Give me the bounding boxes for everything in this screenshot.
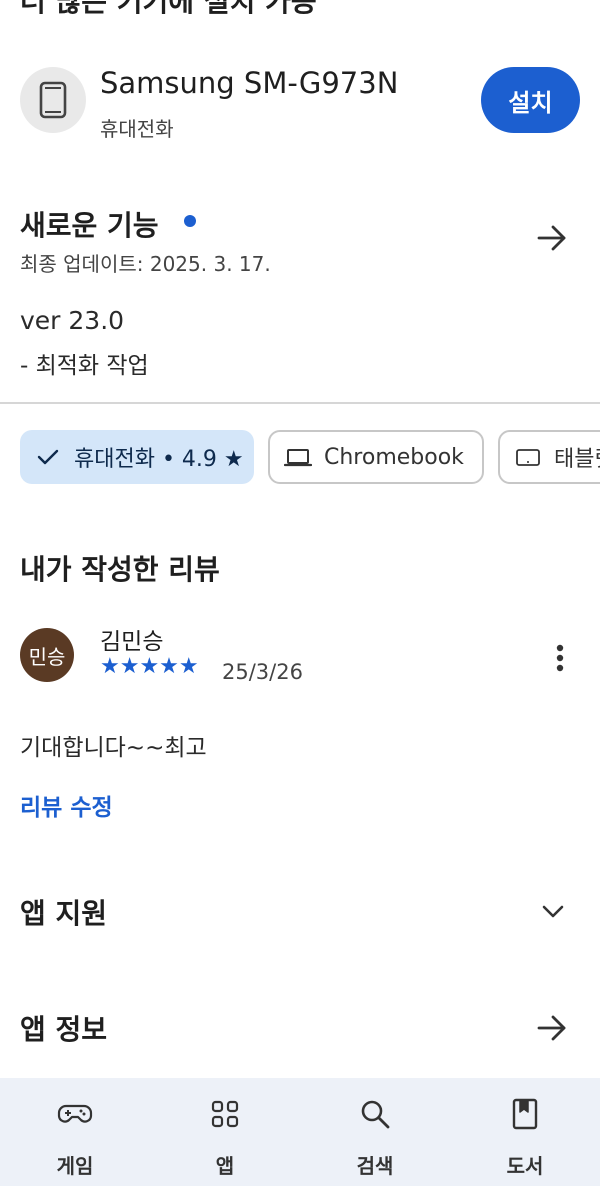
nav-item-games[interactable]: 게임 (0, 1078, 150, 1186)
edit-review-link[interactable]: 리뷰 수정 (20, 788, 113, 822)
search-icon (361, 1100, 390, 1129)
avatar: 민승 (20, 628, 74, 682)
nav-label-search: 검색 (356, 1154, 394, 1178)
app-info-title[interactable]: 앱 정보 (20, 1008, 107, 1048)
whats-new-title: 새로운 기능 (20, 209, 159, 242)
apps-grid-icon (211, 1100, 239, 1128)
nav-label-games: 게임 (56, 1154, 94, 1178)
device-name: Samsung SM-G973N (100, 66, 399, 100)
whats-new-section[interactable]: 새로운 기능 최종 업데이트: 2025. 3. 17. ver 23.0 - … (0, 200, 600, 390)
install-button[interactable]: 설치 (481, 67, 580, 133)
phone-icon (20, 67, 86, 133)
nav-item-books[interactable]: 도서 (450, 1078, 600, 1186)
arrow-right-icon[interactable] (532, 218, 572, 258)
arrow-right-icon[interactable] (532, 1008, 572, 1048)
nav-item-search[interactable]: 검색 (300, 1078, 450, 1186)
chip-phone[interactable]: 휴대전화 • 4.9 ★ (20, 430, 254, 484)
chevron-down-icon[interactable] (538, 896, 568, 926)
nav-label-books: 도서 (506, 1154, 544, 1178)
section-header-partial[interactable]: 더 많은 기기에 설치 가능 ^ (0, 0, 600, 16)
release-note-line: - 최적화 작업 (20, 353, 149, 379)
reviewer-name: 김민승 (100, 629, 164, 655)
chip-tablet-label: 태블릿 (554, 447, 600, 472)
new-indicator-dot (184, 215, 196, 227)
review-text: 기대합니다~~최고 (20, 735, 207, 761)
nav-item-apps[interactable]: 앱 (150, 1078, 300, 1186)
divider (0, 402, 600, 404)
device-type: 휴대전화 (100, 117, 174, 141)
bottom-navigation: 게임 앱 검색 도서 (0, 1078, 600, 1186)
chip-chromebook[interactable]: Chromebook (268, 430, 484, 484)
my-review-title: 내가 작성한 리뷰 (20, 553, 220, 586)
review-date: 25/3/26 (222, 660, 303, 684)
laptop-icon (284, 449, 312, 467)
release-note-line: ver 23.0 (20, 306, 125, 335)
device-filter-chips: 휴대전화 • 4.9 ★ Chromebook 태블릿 (20, 430, 600, 486)
chevron-up-icon: ^ (544, 0, 566, 12)
last-updated-text: 최종 업데이트: 2025. 3. 17. (20, 252, 271, 276)
chip-tablet[interactable]: 태블릿 (498, 430, 600, 484)
review-header: 민승 김민승 ★★★★★ 25/3/26 (0, 616, 600, 696)
chip-chromebook-label: Chromebook (324, 444, 464, 470)
check-icon (37, 449, 59, 465)
nav-label-apps: 앱 (215, 1154, 235, 1178)
section-header-partial-title: 더 많은 기기에 설치 가능 (20, 0, 317, 16)
gamepad-icon (57, 1104, 93, 1123)
book-icon (512, 1098, 538, 1130)
tablet-icon (516, 449, 540, 466)
star-rating: ★★★★★ (100, 654, 199, 679)
device-row: Samsung SM-G973N 휴대전화 설치 (0, 60, 600, 150)
chip-phone-label: 휴대전화 • 4.9 ★ (74, 447, 244, 472)
more-vert-icon[interactable] (540, 638, 580, 678)
app-support-title[interactable]: 앱 지원 (20, 892, 107, 932)
